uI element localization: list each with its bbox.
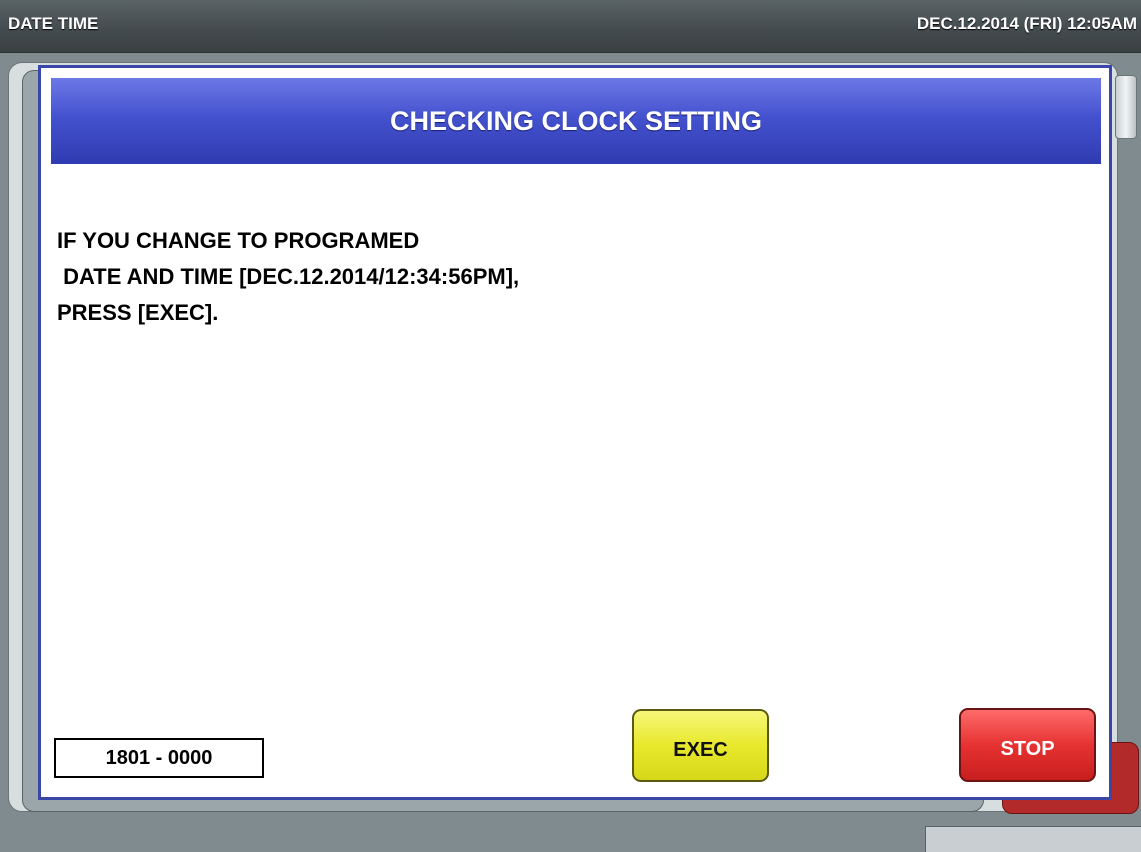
current-datetime: DEC.12.2014 (FRI) 12:05AM	[916, 14, 1137, 33]
message-code: 1801 - 0000	[54, 738, 264, 778]
background-scroll-handle	[1115, 75, 1137, 139]
dialog-header: CHECKING CLOCK SETTING	[51, 78, 1101, 164]
exec-button[interactable]: EXEC	[632, 709, 769, 782]
stop-button[interactable]: STOP	[959, 708, 1096, 782]
message-line: IF YOU CHANGE TO PROGRAMED	[57, 228, 420, 253]
title-bar: DATE TIME DEC.12.2014 (FRI) 12:05AM	[0, 0, 1141, 53]
clock-setting-dialog: CHECKING CLOCK SETTING IF YOU CHANGE TO …	[38, 65, 1112, 800]
background-bottom-box	[925, 826, 1141, 852]
message-line: DATE AND TIME [DEC.12.2014/12:34:56PM],	[57, 264, 520, 289]
screen-title: DATE TIME	[8, 14, 99, 33]
dialog-message: IF YOU CHANGE TO PROGRAMED DATE AND TIME…	[57, 223, 519, 331]
screen: DATE TIME DEC.12.2014 (FRI) 12:05AM CHEC…	[0, 0, 1141, 852]
message-line: PRESS [EXEC].	[57, 300, 219, 325]
